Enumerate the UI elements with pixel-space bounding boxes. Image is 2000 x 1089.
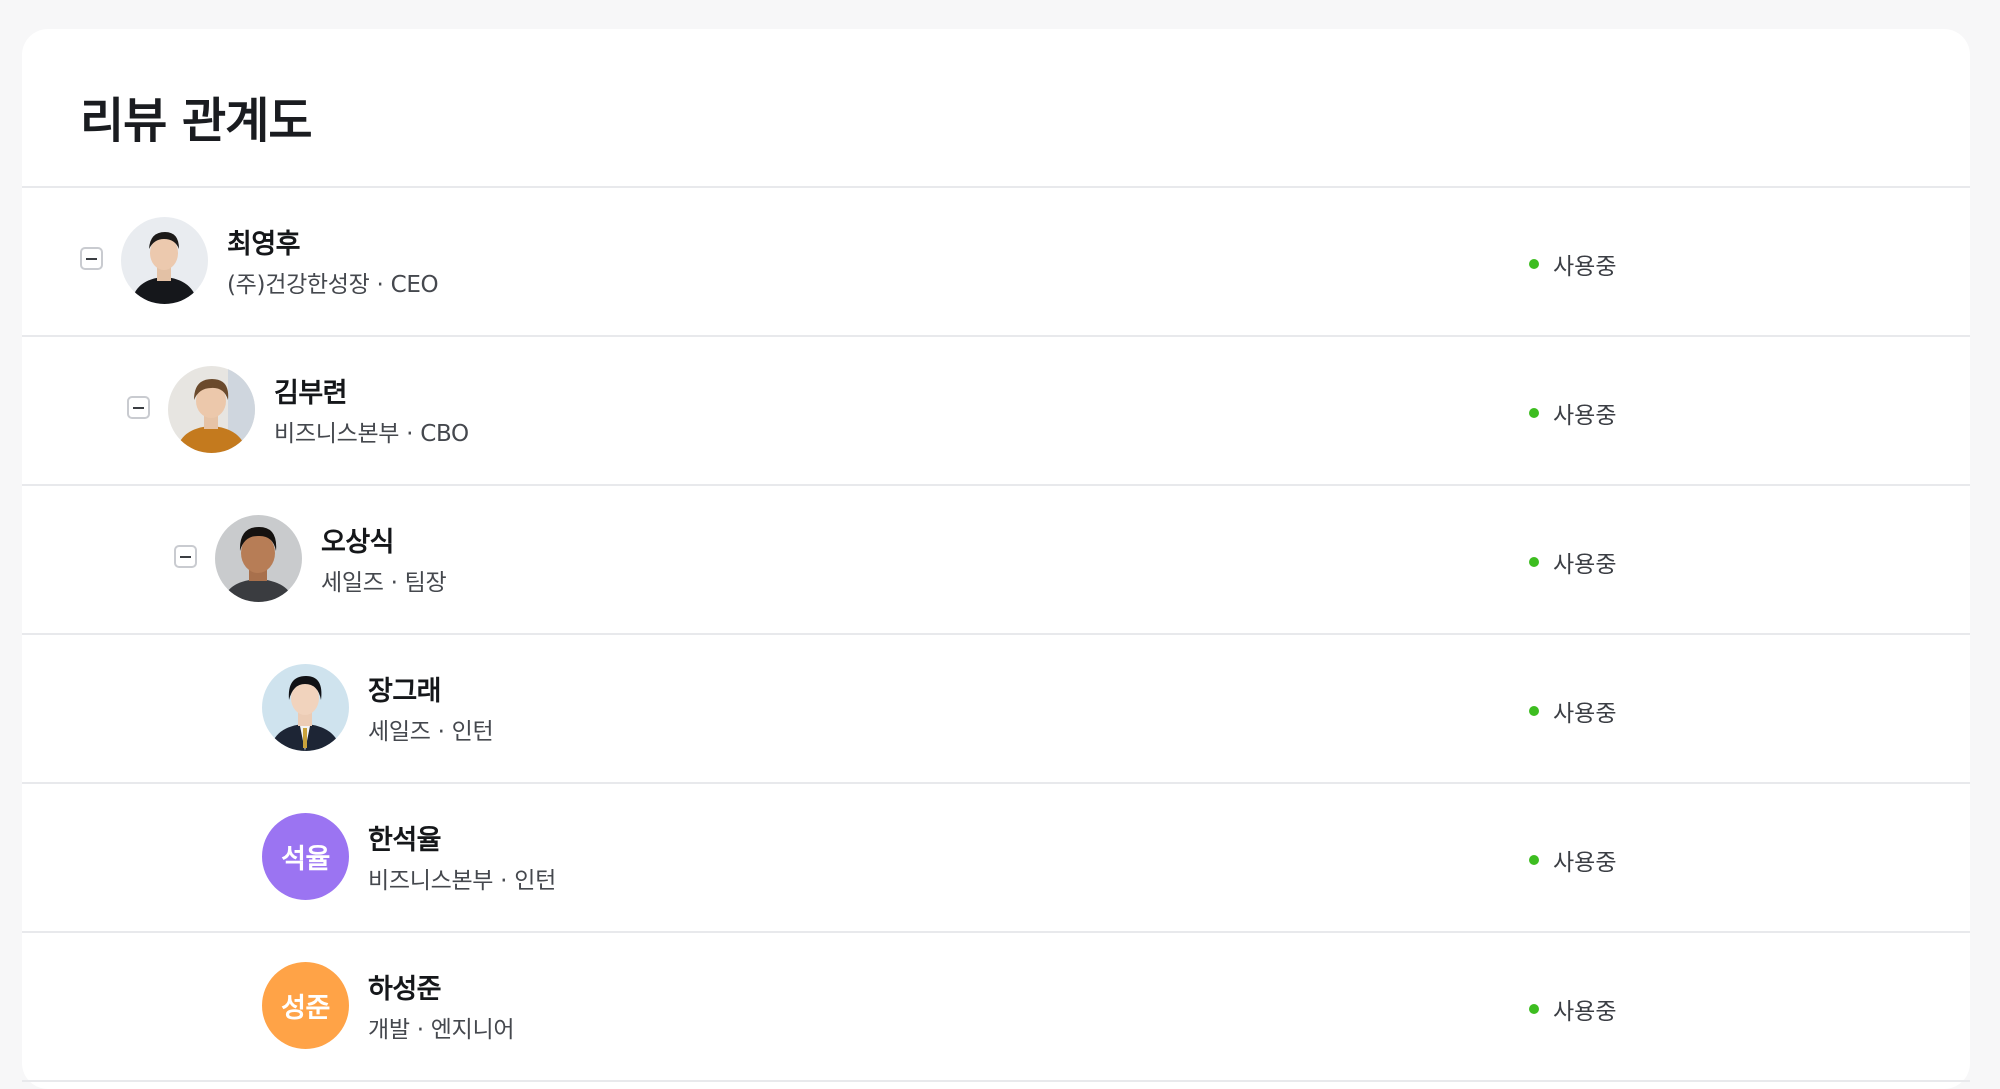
card-header: 리뷰 관계도: [22, 29, 1970, 188]
person-name: 김부련: [274, 378, 348, 409]
page-title: 리뷰 관계도: [80, 93, 313, 149]
person-name: 오상식: [321, 527, 395, 558]
person-name: 한석율: [368, 825, 442, 856]
person-meta: 세일즈 · 인턴: [368, 719, 494, 745]
avatar: [215, 515, 302, 602]
avatar: [262, 664, 349, 751]
status-badge: 사용중: [1529, 545, 1616, 579]
person-meta: 비즈니스본부 · 인턴: [368, 868, 556, 894]
avatar: [168, 366, 255, 453]
person-photo-icon: [168, 366, 255, 453]
person-meta: (주)건강한성장 · CEO: [227, 272, 439, 298]
tree-row[interactable]: 김부련 비즈니스본부 · CBO 사용중: [22, 337, 1970, 486]
status-dot-icon: [1529, 706, 1539, 716]
status-badge: 사용중: [1529, 843, 1616, 877]
relationship-tree: 최영후 (주)건강한성장 · CEO 사용중 김부련 비즈니스본부 · CBO …: [22, 188, 1970, 1082]
person-meta: 개발 · 엔지니어: [368, 1017, 515, 1043]
person-photo-icon: [262, 664, 349, 751]
person-photo-icon: [121, 217, 208, 304]
status-dot-icon: [1529, 408, 1539, 418]
status-dot-icon: [1529, 557, 1539, 567]
status-badge: 사용중: [1529, 396, 1616, 430]
initials-avatar: 성준: [262, 962, 349, 1049]
collapse-toggle[interactable]: [127, 396, 150, 419]
person-meta: 세일즈 · 팀장: [321, 570, 447, 596]
status-badge: 사용중: [1529, 694, 1616, 728]
tree-row[interactable]: 최영후 (주)건강한성장 · CEO 사용중: [22, 188, 1970, 337]
status-dot-icon: [1529, 259, 1539, 269]
collapse-toggle[interactable]: [174, 545, 197, 568]
person-meta: 비즈니스본부 · CBO: [274, 421, 469, 447]
tree-row[interactable]: 성준 하성준 개발 · 엔지니어 사용중: [22, 933, 1970, 1082]
person-name: 하성준: [368, 974, 442, 1005]
status-dot-icon: [1529, 855, 1539, 865]
status-badge: 사용중: [1529, 247, 1616, 281]
person-name: 최영후: [227, 229, 301, 260]
avatar: [121, 217, 208, 304]
tree-row[interactable]: 석율 한석율 비즈니스본부 · 인턴 사용중: [22, 784, 1970, 933]
tree-row[interactable]: 장그래 세일즈 · 인턴 사용중: [22, 635, 1970, 784]
status-dot-icon: [1529, 1004, 1539, 1014]
person-photo-icon: [215, 515, 302, 602]
person-name: 장그래: [368, 676, 442, 707]
initials-avatar: 석율: [262, 813, 349, 900]
status-badge: 사용중: [1529, 992, 1616, 1026]
review-relationship-card: 리뷰 관계도 최영후 (주)건강한성장 · CEO 사용중 김부련 비즈니스본부…: [22, 29, 1970, 1089]
collapse-toggle[interactable]: [80, 247, 103, 270]
tree-row[interactable]: 오상식 세일즈 · 팀장 사용중: [22, 486, 1970, 635]
